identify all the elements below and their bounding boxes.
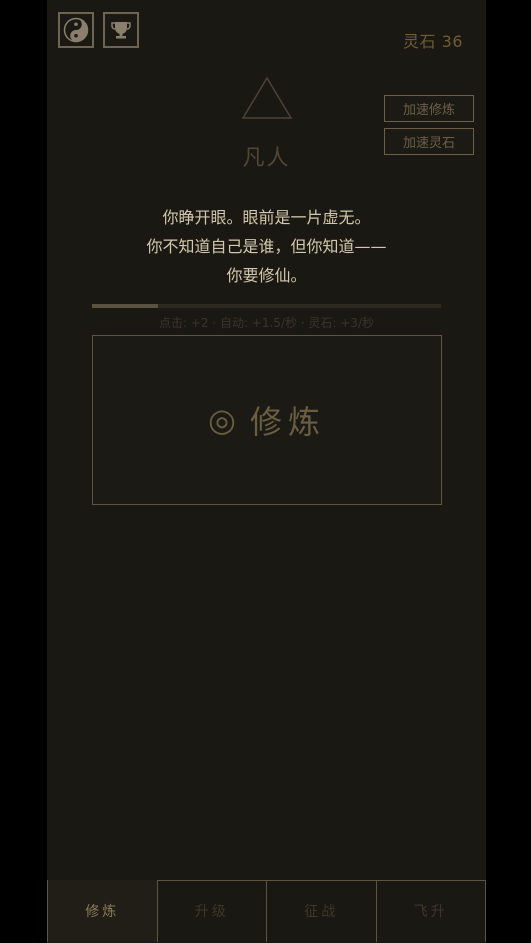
yin-yang-button[interactable] <box>58 12 94 48</box>
intro-narration: 你睁开眼。眼前是一片虚无。 你不知道自己是谁，但你知道—— 你要修仙。 <box>47 203 486 290</box>
tab-ascend[interactable]: 飞升 <box>375 880 486 942</box>
tab-battle[interactable]: 征战 <box>266 880 376 942</box>
cultivation-progress-bar <box>92 304 441 308</box>
trophy-button[interactable] <box>103 12 139 48</box>
spirit-stones-counter: 灵石 36 <box>403 32 463 51</box>
intro-line-2: 你不知道自己是谁，但你知道—— <box>146 237 387 256</box>
tab-upgrade[interactable]: 升级 <box>156 880 267 942</box>
trophy-icon <box>111 22 131 39</box>
realm-triangle-icon <box>241 76 293 119</box>
rate-info: 点击: +2 · 自动: +1.5/秒 · 灵石: +3/秒 <box>158 316 375 330</box>
intro-line-3: 你要修仙。 <box>226 266 307 285</box>
realm-title: 凡人 <box>242 146 291 171</box>
cultivate-button-label: 修炼 <box>249 403 326 441</box>
cultivate-button[interactable]: ◎ 修炼 <box>92 335 442 505</box>
intro-line-1: 你睁开眼。眼前是一片虚无。 <box>162 208 371 227</box>
tab-cultivate[interactable]: 修炼 <box>47 880 157 942</box>
yin-yang-icon <box>63 17 89 43</box>
cultivation-progress-fill <box>92 304 159 308</box>
target-circle-icon: ◎ <box>208 401 236 439</box>
speed-cultivate-button[interactable]: 加速修炼 <box>384 95 474 122</box>
game-screen: 灵石 36 加速修炼 加速灵石 凡人 你睁开眼。眼前是一片虚无。 你不知道自己是… <box>47 0 486 943</box>
bottom-tab-bar: 修炼 升级 征战 飞升 <box>47 880 486 943</box>
